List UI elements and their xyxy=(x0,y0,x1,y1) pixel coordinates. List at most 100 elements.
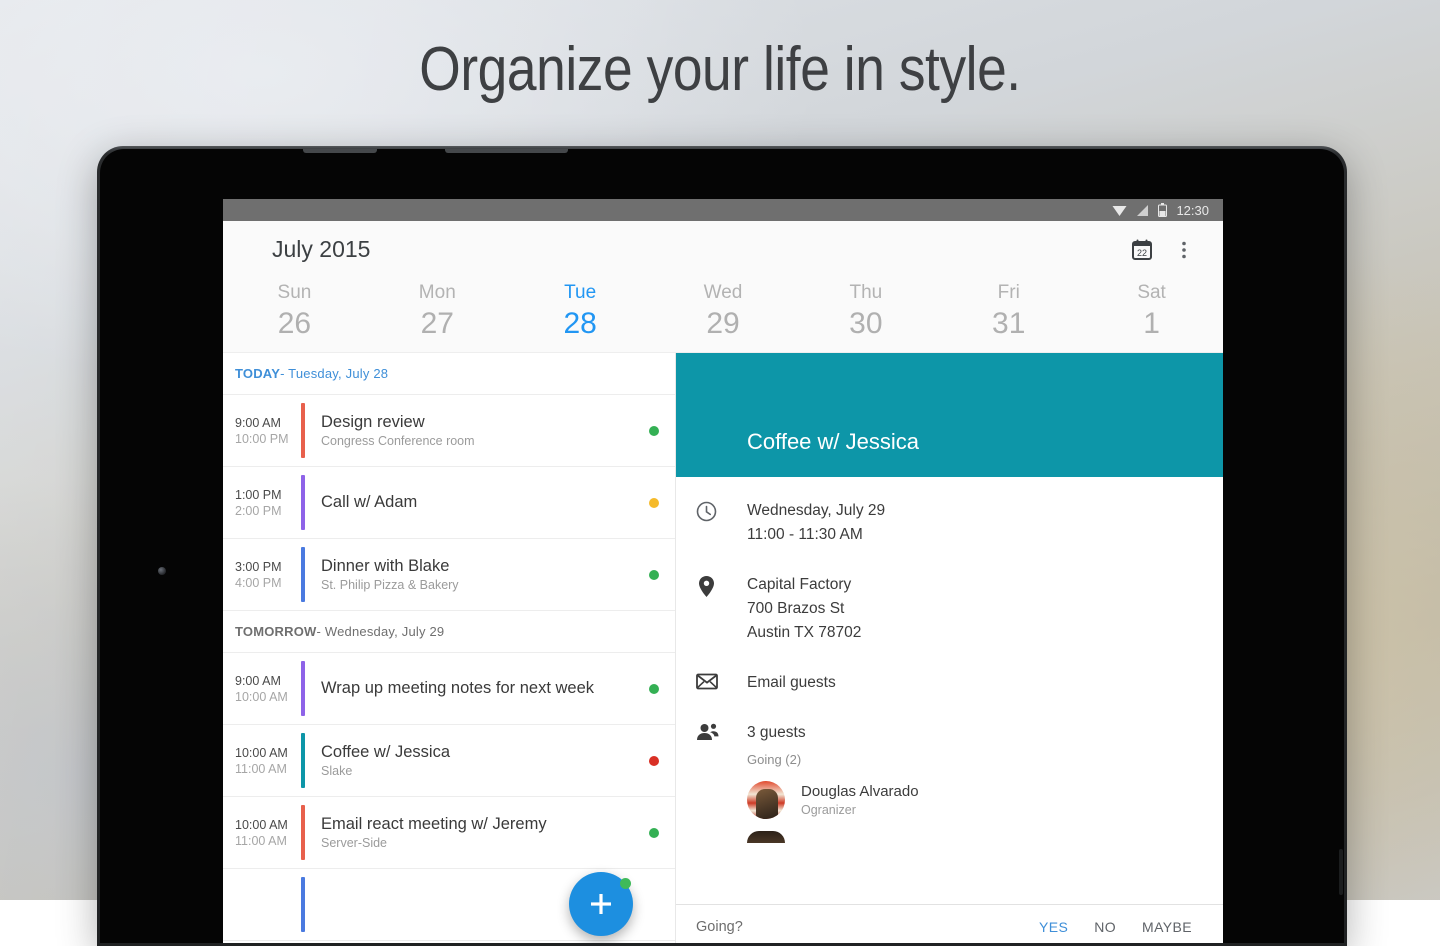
agenda-event-row[interactable]: 9:00 AM 10:00 PM Design review Congress … xyxy=(223,395,675,467)
guest-role: Ogranizer xyxy=(801,802,919,819)
rsvp-prompt: Going? xyxy=(696,919,743,935)
week-day-tue[interactable]: Tue 28 xyxy=(509,278,652,342)
event-detail-title: Coffee w/ Jessica xyxy=(747,429,919,455)
event-times: 10:00 AM 11:00 AM xyxy=(223,797,301,868)
tablet-device: 12:30 July 2015 22 xyxy=(97,146,1347,946)
rsvp-no-button[interactable]: NO xyxy=(1081,919,1129,935)
event-subtitle: Slake xyxy=(321,763,649,780)
event-title: Coffee w/ Jessica xyxy=(321,742,649,763)
device-button-power[interactable] xyxy=(303,149,377,153)
event-detail-email-text: Email guests xyxy=(747,671,1223,695)
page-title: July 2015 xyxy=(272,236,370,263)
section-label: TODAY xyxy=(235,366,280,381)
day-name: Wed xyxy=(652,280,795,306)
day-name: Tue xyxy=(509,280,652,306)
event-title: Wrap up meeting notes for next week xyxy=(321,678,649,699)
agenda-event-row-selected[interactable]: 10:00 AM 11:00 AM Coffee w/ Jessica Slak… xyxy=(223,725,675,797)
agenda-list[interactable]: TODAY - Tuesday, July 28 9:00 AM 10:00 P… xyxy=(223,353,675,943)
event-main: Wrap up meeting notes for next week xyxy=(305,653,649,724)
rsvp-yes-button[interactable]: YES xyxy=(1026,919,1081,935)
event-status-dot xyxy=(649,426,659,436)
week-day-thu[interactable]: Thu 30 xyxy=(794,278,937,342)
event-detail-time-text: Wednesday, July 29 11:00 - 11:30 AM xyxy=(747,499,1223,547)
agenda-section-header-tomorrow: TOMORROW - Wednesday, July 29 xyxy=(223,611,675,653)
event-times: 9:00 AM 10:00 AM xyxy=(223,653,301,724)
event-times: 3:00 PM 4:00 PM xyxy=(223,539,301,610)
agenda-event-row[interactable]: 10:00 AM 11:00 AM Email react meeting w/… xyxy=(223,797,675,869)
week-day-mon[interactable]: Mon 27 xyxy=(366,278,509,342)
event-detail-time-range: 11:00 - 11:30 AM xyxy=(747,523,1223,547)
place-icon xyxy=(696,573,747,645)
mail-icon xyxy=(696,671,747,695)
device-button-volume[interactable] xyxy=(445,149,568,153)
today-calendar-button[interactable]: 22 xyxy=(1121,229,1163,271)
agenda-event-row[interactable]: 1:00 PM 2:00 PM Call w/ Adam xyxy=(223,467,675,539)
event-main: Dinner with Blake St. Philip Pizza & Bak… xyxy=(305,539,649,610)
event-detail-email-row[interactable]: Email guests xyxy=(676,671,1223,695)
event-end-time: 2:00 PM xyxy=(235,503,301,519)
day-name: Sun xyxy=(223,280,366,306)
content-area: TODAY - Tuesday, July 28 9:00 AM 10:00 P… xyxy=(223,353,1223,943)
event-title: Call w/ Adam xyxy=(321,492,649,513)
event-detail-location-text: Capital Factory 700 Brazos St Austin TX … xyxy=(747,573,1223,645)
event-detail-date: Wednesday, July 29 xyxy=(747,499,1223,523)
event-status-dot xyxy=(649,570,659,580)
day-name: Sat xyxy=(1080,280,1223,306)
agenda-event-row[interactable]: 9:00 AM 10:00 AM Wrap up meeting notes f… xyxy=(223,653,675,725)
front-camera-icon xyxy=(158,567,166,575)
event-status-dot xyxy=(649,684,659,694)
event-start-time: 10:00 AM xyxy=(235,817,301,833)
device-screen: 12:30 July 2015 22 xyxy=(223,199,1223,943)
event-start-time: 3:00 PM xyxy=(235,559,301,575)
agenda-section-header-today: TODAY - Tuesday, July 28 xyxy=(223,353,675,395)
week-day-wed[interactable]: Wed 29 xyxy=(652,278,795,342)
day-name: Mon xyxy=(366,280,509,306)
device-button-side[interactable] xyxy=(1339,849,1343,895)
event-detail-pane: Coffee w/ Jessica Wednesday, J xyxy=(675,353,1223,943)
email-guests-label: Email guests xyxy=(747,671,1223,695)
fab-badge xyxy=(620,878,631,889)
day-number: 27 xyxy=(366,306,509,342)
event-times: 9:00 AM 10:00 PM xyxy=(223,395,301,466)
day-number: 1 xyxy=(1080,306,1223,342)
event-detail-location-street: 700 Brazos St xyxy=(747,597,1223,621)
event-status-dot xyxy=(649,756,659,766)
guest-meta: Douglas Alvarado Ogranizer xyxy=(801,782,919,819)
event-main: Coffee w/ Jessica Slake xyxy=(305,725,649,796)
status-bar-clock: 12:30 xyxy=(1176,203,1209,218)
event-start-time: 10:00 AM xyxy=(235,745,301,761)
event-end-time: 11:00 AM xyxy=(235,761,301,777)
event-main: Email react meeting w/ Jeremy Server-Sid… xyxy=(305,797,649,868)
event-subtitle: St. Philip Pizza & Bakery xyxy=(321,577,649,594)
event-start-time: 1:00 PM xyxy=(235,487,301,503)
guest-name: Douglas Alvarado xyxy=(801,782,919,802)
event-subtitle: Congress Conference room xyxy=(321,433,649,450)
overflow-menu-button[interactable] xyxy=(1163,229,1205,271)
event-title: Design review xyxy=(321,412,649,433)
guest-list-item[interactable]: Douglas Alvarado Ogranizer xyxy=(747,781,1223,819)
event-start-time: 9:00 AM xyxy=(235,415,301,431)
calendar-icon-day: 22 xyxy=(1137,248,1147,258)
event-times: 1:00 PM 2:00 PM xyxy=(223,467,301,538)
guest-list-item-partial[interactable] xyxy=(747,831,785,843)
day-number: 26 xyxy=(223,306,366,342)
event-start-time: 9:00 AM xyxy=(235,673,301,689)
agenda-event-row[interactable]: 3:00 PM 4:00 PM Dinner with Blake St. Ph… xyxy=(223,539,675,611)
event-main: Call w/ Adam xyxy=(305,467,649,538)
event-subtitle: Server-Side xyxy=(321,835,649,852)
week-day-sun[interactable]: Sun 26 xyxy=(223,278,366,342)
rsvp-maybe-button[interactable]: MAYBE xyxy=(1129,919,1205,935)
event-end-time: 10:00 AM xyxy=(235,689,301,705)
clock-icon xyxy=(696,499,747,547)
event-end-time: 11:00 AM xyxy=(235,833,301,849)
event-detail-body: Wednesday, July 29 11:00 - 11:30 AM xyxy=(676,477,1223,843)
tablet-bezel: 12:30 July 2015 22 xyxy=(100,149,1344,943)
event-times xyxy=(223,869,301,940)
week-strip: Sun 26 Mon 27 Tue 28 Wed 29 Thu 30 xyxy=(223,278,1223,353)
wifi-icon xyxy=(1112,204,1127,217)
event-detail-guests-row[interactable]: 3 guests xyxy=(676,721,1223,746)
promo-headline: Organize your life in style. xyxy=(101,34,1339,105)
week-day-fri[interactable]: Fri 31 xyxy=(937,278,1080,342)
event-detail-location-row[interactable]: Capital Factory 700 Brazos St Austin TX … xyxy=(676,573,1223,645)
week-day-sat[interactable]: Sat 1 xyxy=(1080,278,1223,342)
